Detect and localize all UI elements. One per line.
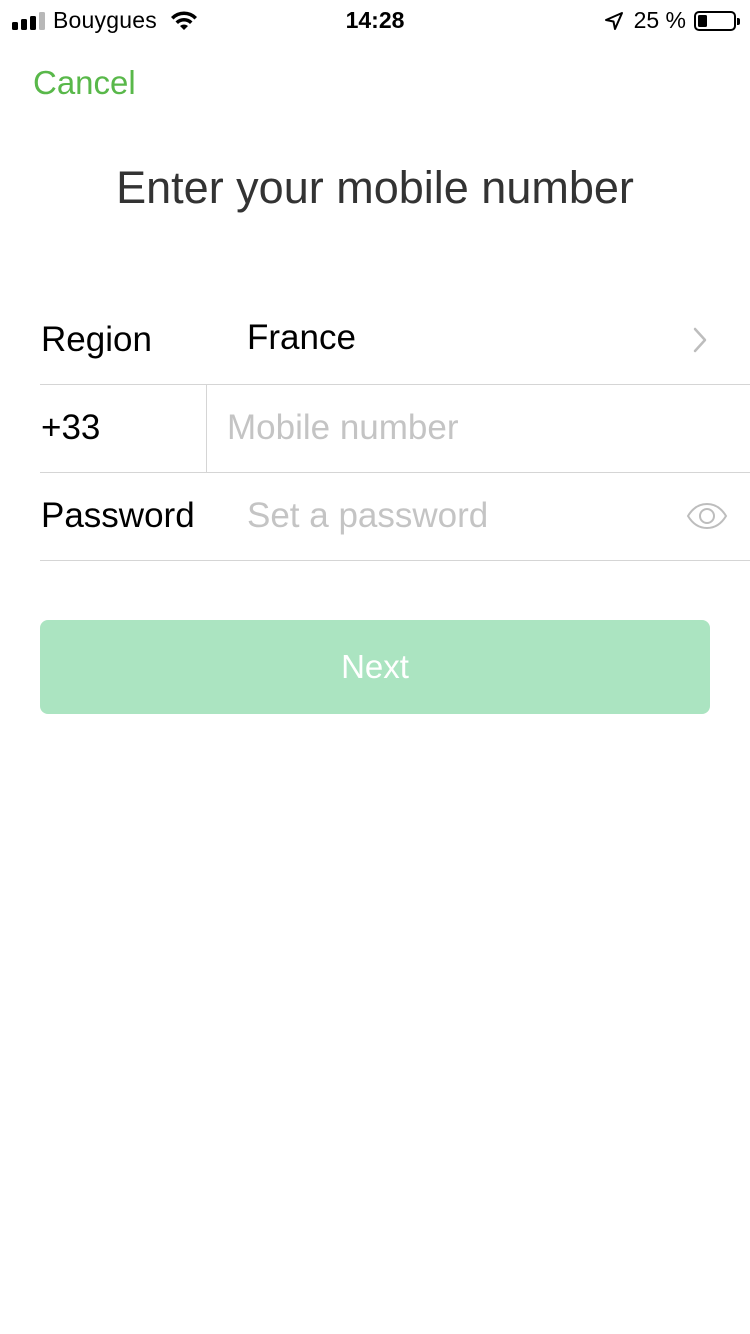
eye-icon[interactable] (686, 502, 728, 530)
region-value: France (247, 318, 356, 357)
cancel-button[interactable]: Cancel (33, 64, 136, 102)
signup-screen: Bouygues 14:28 25 % Cancel Enter your mo… (0, 0, 750, 1334)
battery-icon (694, 10, 740, 31)
region-row[interactable]: Region France (40, 296, 750, 385)
page-title: Enter your mobile number (116, 162, 634, 213)
battery-percent: 25 % (633, 7, 686, 33)
country-code-divider (206, 384, 207, 472)
status-bar: Bouygues 14:28 25 % (0, 0, 750, 40)
country-code[interactable]: +33 (41, 408, 100, 448)
phone-row: +33 (40, 384, 750, 473)
status-bar-right: 25 % (604, 7, 740, 34)
next-button[interactable]: Next (40, 620, 710, 714)
password-input[interactable] (247, 492, 667, 540)
region-label: Region (41, 320, 152, 359)
password-label: Password (41, 496, 195, 535)
password-row: Password (40, 472, 750, 561)
chevron-right-icon (693, 327, 707, 353)
location-arrow-icon (604, 11, 623, 30)
mobile-number-input[interactable] (227, 404, 707, 452)
